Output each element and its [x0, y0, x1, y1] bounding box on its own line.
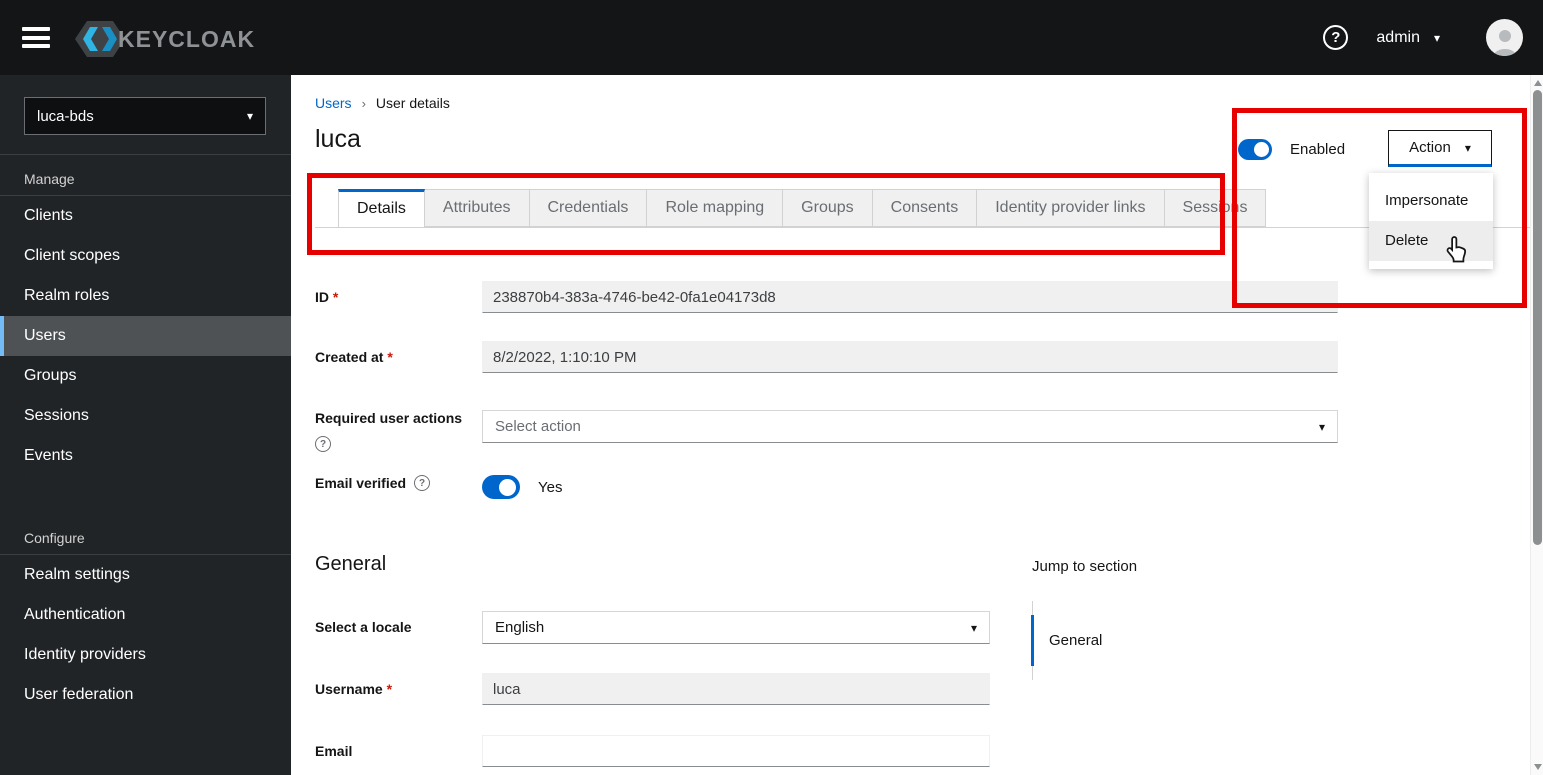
tab-consents[interactable]: Consents	[872, 189, 978, 227]
mouse-cursor-pointer-icon	[1443, 235, 1469, 270]
help-icon[interactable]: ?	[1323, 25, 1349, 50]
main-content: Users › User details luca Enabled Action…	[291, 75, 1531, 775]
locale-field-row: Select a locale English ▾	[315, 611, 990, 644]
nav-section-configure: Configure	[0, 522, 291, 555]
breadcrumb-separator-icon: ›	[361, 95, 366, 111]
breadcrumb-current: User details	[375, 95, 450, 111]
chevron-down-icon: ▾	[970, 620, 977, 635]
chevron-down-icon: ▾	[1464, 140, 1471, 155]
required-actions-select[interactable]: Select action ▾	[482, 410, 1338, 443]
email-verified-toggle[interactable]	[482, 475, 520, 499]
email-label: Email	[315, 743, 353, 759]
enabled-label: Enabled	[1290, 141, 1346, 158]
user-detail-tabs: Details Attributes Credentials Role mapp…	[338, 189, 1267, 227]
realm-name: luca-bds	[37, 107, 94, 125]
sidebar-item-groups[interactable]: Groups	[0, 356, 291, 396]
general-section-title: General	[315, 553, 387, 575]
avatar[interactable]	[1486, 19, 1523, 56]
sidebar-item-identity-providers[interactable]: Identity providers	[0, 635, 291, 675]
nav-toggle-hamburger-icon[interactable]	[22, 27, 50, 48]
breadcrumb: Users › User details	[315, 95, 450, 111]
sidebar-item-user-federation[interactable]: User federation	[0, 675, 291, 715]
created-at-field-row: Created at	[315, 341, 1338, 373]
menu-item-impersonate[interactable]: Impersonate	[1369, 181, 1493, 221]
user-menu[interactable]: admin ▾	[1376, 29, 1440, 47]
locale-select[interactable]: English ▾	[482, 611, 990, 644]
scroll-up-arrow-icon[interactable]	[1534, 80, 1542, 86]
keycloak-logo: KEYCLOAK	[74, 17, 255, 61]
id-input[interactable]	[482, 281, 1338, 313]
email-verified-label: Email verified	[315, 475, 407, 491]
sidebar-item-realm-roles[interactable]: Realm roles	[0, 276, 291, 316]
sidebar-item-events[interactable]: Events	[0, 436, 291, 476]
username-input[interactable]	[482, 673, 990, 705]
sidebar-item-authentication[interactable]: Authentication	[0, 595, 291, 635]
locale-label: Select a locale	[315, 619, 412, 635]
page-title: luca	[315, 125, 361, 153]
tab-sessions[interactable]: Sessions	[1164, 189, 1267, 227]
chevron-down-icon: ▾	[246, 109, 253, 123]
help-icon[interactable]: ?	[315, 436, 331, 452]
enabled-toggle[interactable]	[1238, 139, 1272, 160]
user-menu-label: admin	[1376, 28, 1420, 46]
id-label: ID	[315, 281, 482, 305]
vertical-scrollbar[interactable]	[1530, 75, 1543, 775]
required-actions-placeholder: Select action	[495, 418, 581, 435]
created-at-label: Created at	[315, 341, 482, 365]
sidebar-item-client-scopes[interactable]: Client scopes	[0, 236, 291, 276]
brand-wordmark: KEYCLOAK	[118, 25, 256, 52]
tab-credentials[interactable]: Credentials	[529, 189, 648, 227]
action-button-label: Action	[1409, 139, 1451, 156]
scrollbar-thumb[interactable]	[1533, 90, 1542, 545]
chevron-down-icon: ▾	[1318, 419, 1325, 434]
email-verified-state: Yes	[538, 478, 563, 496]
chevron-down-icon: ▾	[1433, 30, 1440, 45]
sidebar-item-users[interactable]: Users	[0, 316, 291, 356]
help-icon[interactable]: ?	[414, 475, 431, 491]
id-field-row: ID	[315, 281, 1338, 313]
locale-value: English	[495, 619, 545, 636]
sidebar-item-clients[interactable]: Clients	[0, 196, 291, 236]
scroll-down-arrow-icon[interactable]	[1534, 764, 1542, 770]
action-dropdown-button[interactable]: Action ▾	[1388, 130, 1492, 167]
person-icon	[1493, 30, 1516, 56]
tab-details[interactable]: Details	[338, 189, 425, 227]
sidebar-item-sessions[interactable]: Sessions	[0, 396, 291, 436]
nav-section-manage: Manage	[0, 163, 291, 196]
sidebar-item-realm-settings[interactable]: Realm settings	[0, 555, 291, 595]
email-verified-row: Email verified ? Yes	[315, 475, 562, 499]
username-field-row: Username	[315, 673, 990, 705]
email-input[interactable]	[482, 735, 990, 767]
required-actions-field-row: Required user actions ? Select action ▾	[315, 401, 1338, 452]
realm-selector[interactable]: luca-bds ▾	[24, 97, 266, 135]
action-dropdown-menu: Impersonate Delete	[1369, 173, 1493, 269]
menu-item-delete[interactable]: Delete	[1369, 221, 1493, 261]
email-field-row: Email	[315, 735, 990, 767]
required-actions-label: Required user actions	[315, 410, 463, 426]
sidebar: luca-bds ▾ Manage Clients Client scopes …	[0, 75, 291, 775]
tab-identity-provider-links[interactable]: Identity provider links	[977, 189, 1165, 227]
breadcrumb-users-link[interactable]: Users	[315, 95, 352, 111]
created-at-input[interactable]	[482, 341, 1338, 373]
tab-role-mapping[interactable]: Role mapping	[647, 189, 784, 227]
jump-to-section-title: Jump to section	[1032, 558, 1138, 575]
masthead: KEYCLOAK ? admin ▾	[0, 0, 1543, 75]
keycloak-admin-console: KEYCLOAK ? admin ▾ luca-bds ▾ Manage Cli…	[0, 0, 1543, 775]
tab-groups[interactable]: Groups	[783, 189, 873, 227]
sidebar-nav: Manage Clients Client scopes Realm roles…	[0, 163, 291, 715]
username-label: Username	[315, 673, 482, 697]
tabs-divider	[315, 227, 1531, 228]
tab-attributes[interactable]: Attributes	[424, 189, 530, 227]
jump-to-section-panel: Jump to section General	[1031, 558, 1138, 680]
jump-link-general[interactable]: General	[1031, 615, 1137, 666]
